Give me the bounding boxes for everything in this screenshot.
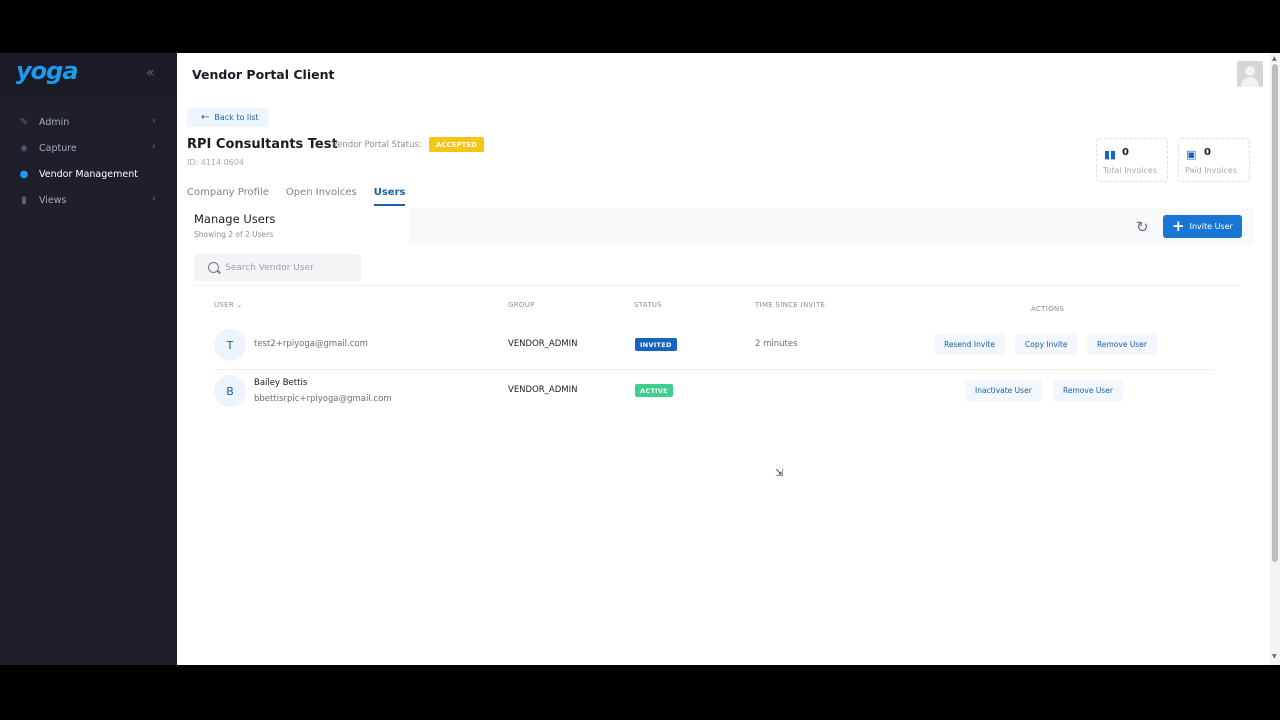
vendor-id: ID: 4114 0604	[187, 158, 245, 167]
search-input[interactable]	[225, 262, 345, 273]
sidebar-item-views[interactable]: ▮ Views ›	[0, 187, 177, 213]
paid-invoices-label: Paid Invoices	[1185, 166, 1237, 175]
admin-icon: ✎	[19, 116, 29, 128]
search-icon	[208, 262, 219, 273]
app-window: yoga « ✎ Admin › ◈ Capture › ● Vendor Ma…	[0, 53, 1280, 665]
column-header-user[interactable]: USER ⌄	[214, 301, 243, 309]
total-invoices-value: 0	[1122, 147, 1129, 158]
back-to-list-label: Back to list	[214, 113, 259, 122]
tab-bar: Company Profile Open Invoices Users	[187, 187, 422, 206]
sort-chevron-icon: ⌄	[236, 301, 243, 309]
table-row: T test2+rpiyoga@gmail.com VENDOR_ADMIN I…	[214, 329, 1214, 369]
sidebar-nav: ✎ Admin › ◈ Capture › ● Vendor Managemen…	[0, 109, 177, 213]
paid-invoices-card: ▣ 0 Paid Invoices	[1178, 138, 1250, 182]
chevron-right-icon: ›	[152, 116, 156, 126]
vendor-name: RPI Consultants Test	[187, 137, 338, 152]
bar-chart-icon: ▮▮	[1104, 148, 1117, 161]
scroll-down-icon[interactable]: ▼	[1272, 653, 1277, 660]
manage-users-header	[187, 208, 1254, 245]
remove-user-button[interactable]: Remove User	[1053, 380, 1123, 401]
scrollbar-thumb[interactable]	[1272, 64, 1278, 562]
capture-icon: ◈	[20, 142, 28, 154]
avatar-body	[1241, 77, 1259, 87]
views-icon: ▮	[21, 194, 27, 206]
invite-user-button[interactable]: + Invite User	[1163, 215, 1242, 238]
user-group: VENDOR_ADMIN	[508, 385, 578, 395]
table-row: B Bailey Bettis bbettisrpic+rpiyoga@gmai…	[214, 375, 1214, 415]
column-header-label: USER	[214, 301, 235, 309]
tab-company-profile[interactable]: Company Profile	[187, 187, 269, 206]
column-header-time: TIME SINCE INVITE	[755, 301, 826, 309]
chevron-right-icon: ›	[152, 142, 156, 152]
sidebar-item-label: Capture	[39, 142, 77, 154]
sidebar-item-admin[interactable]: ✎ Admin ›	[0, 109, 177, 135]
time-since-invite: 2 minutes	[755, 339, 798, 349]
manage-users-title: Manage Users	[194, 212, 276, 226]
app-logo[interactable]: yoga	[16, 57, 79, 85]
back-to-list-button[interactable]: ← Back to list	[187, 108, 269, 127]
page-title: Vendor Portal Client	[192, 67, 335, 82]
status-badge: INVITED	[635, 338, 677, 351]
chevron-right-icon: ›	[152, 194, 156, 204]
sidebar: yoga « ✎ Admin › ◈ Capture › ● Vendor Ma…	[0, 53, 177, 665]
plus-icon: +	[1172, 217, 1185, 235]
resend-invite-button[interactable]: Resend Invite	[934, 334, 1005, 355]
manage-users-count: Showing 2 of 2 Users	[194, 230, 274, 239]
scroll-up-icon[interactable]: ▲	[1272, 55, 1277, 62]
paid-invoices-value: 0	[1204, 147, 1211, 158]
payment-icon: ▣	[1186, 148, 1197, 161]
refresh-icon[interactable]: ↻	[1136, 218, 1149, 236]
row-divider	[214, 369, 1214, 370]
vendor-status-label: Vendor Portal Status:	[332, 140, 422, 150]
vertical-scrollbar[interactable]: ▲ ▼	[1270, 53, 1280, 665]
total-invoices-card: ▮▮ 0 Total Invoices	[1096, 138, 1168, 182]
sidebar-item-vendor-management[interactable]: ● Vendor Management	[0, 161, 177, 187]
column-header-actions: ACTIONS	[1031, 305, 1065, 313]
sidebar-item-label: Views	[39, 194, 67, 206]
arrow-left-icon: ←	[201, 112, 210, 123]
status-badge: ACCEPTED	[429, 137, 484, 152]
main-content: Vendor Portal Client ← Back to list RPI …	[177, 53, 1270, 665]
sidebar-item-label: Admin	[39, 116, 70, 128]
sidebar-item-capture[interactable]: ◈ Capture ›	[0, 135, 177, 161]
user-group: VENDOR_ADMIN	[508, 339, 578, 349]
mouse-cursor-icon: ⇲	[775, 468, 784, 479]
sidebar-item-label: Vendor Management	[39, 168, 138, 180]
user-email: bbettisrpic+rpiyoga@gmail.com	[254, 394, 392, 404]
search-vendor-user[interactable]	[194, 254, 361, 281]
avatar: T	[214, 329, 246, 361]
avatar-head	[1245, 66, 1255, 76]
remove-user-button[interactable]: Remove User	[1087, 334, 1157, 355]
tab-users[interactable]: Users	[373, 187, 406, 206]
column-header-status: STATUS	[634, 301, 663, 309]
user-name: Bailey Bettis	[254, 378, 308, 388]
user-email: test2+rpiyoga@gmail.com	[254, 339, 368, 349]
user-avatar-icon[interactable]	[1237, 61, 1263, 87]
invite-user-label: Invite User	[1189, 222, 1233, 231]
total-invoices-label: Total Invoices	[1103, 166, 1157, 175]
status-badge: ACTIVE	[635, 384, 673, 397]
table-top-divider	[194, 285, 1240, 286]
inactivate-user-button[interactable]: Inactivate User	[965, 380, 1042, 401]
vendor-icon: ●	[19, 168, 29, 180]
avatar: B	[214, 375, 246, 407]
double-chevron-left-icon[interactable]: «	[146, 65, 155, 81]
column-header-group: GROUP	[508, 301, 535, 309]
sidebar-header: yoga «	[0, 53, 177, 97]
copy-invite-button[interactable]: Copy Invite	[1015, 334, 1078, 355]
tab-open-invoices[interactable]: Open Invoices	[286, 187, 357, 206]
